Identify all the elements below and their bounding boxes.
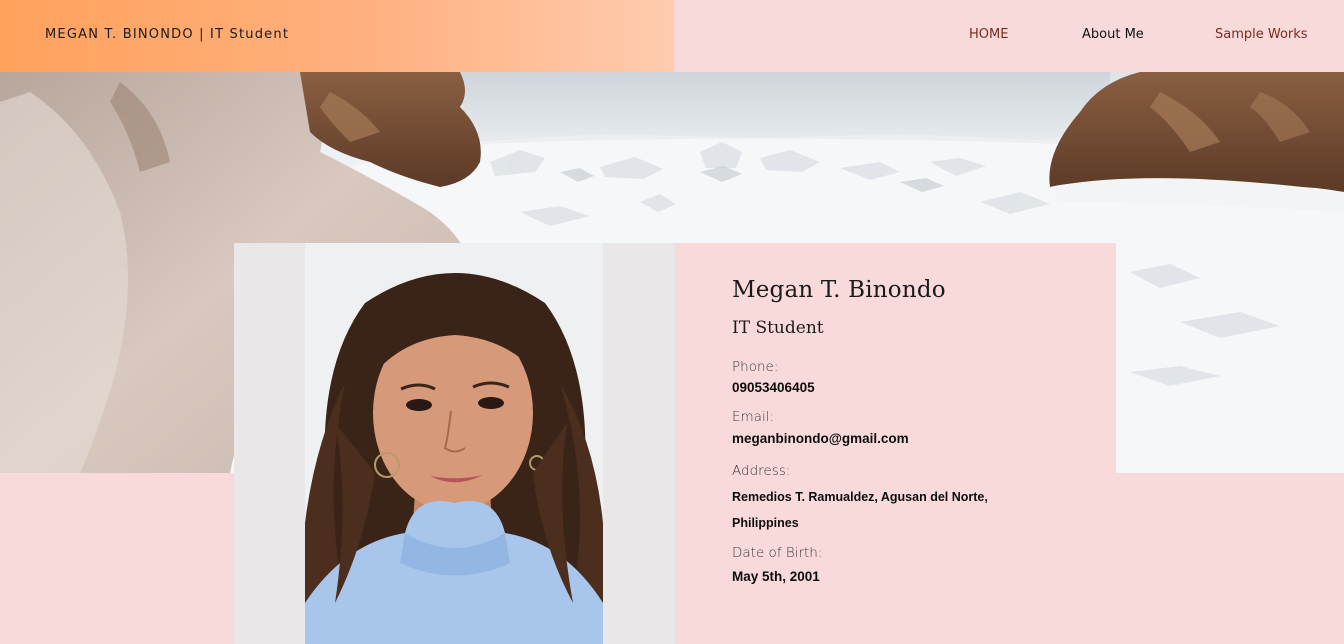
email-label: Email: bbox=[732, 409, 775, 425]
profile-photo bbox=[305, 243, 603, 644]
profile-name: Megan T. Binondo bbox=[732, 277, 946, 303]
address-line-1: Remedios T. Ramualdez, Agusan del Norte, bbox=[732, 490, 988, 504]
dob-value: May 5th, 2001 bbox=[732, 569, 820, 584]
profile-role: IT Student bbox=[732, 318, 824, 338]
dob-label: Date of Birth: bbox=[732, 545, 823, 561]
address-label: Address: bbox=[732, 463, 791, 479]
email-value[interactable]: meganbinondo@gmail.com bbox=[732, 431, 909, 446]
site-header: MEGAN T. BINONDO | IT Student HOME About… bbox=[0, 0, 1344, 72]
address-value: Remedios T. Ramualdez, Agusan del Norte,… bbox=[732, 484, 1032, 536]
nav-about-me[interactable]: About Me bbox=[1082, 27, 1144, 42]
nav-sample-works[interactable]: Sample Works bbox=[1215, 27, 1308, 42]
photo-panel bbox=[234, 243, 675, 644]
phone-label: Phone: bbox=[732, 359, 779, 375]
phone-value: 09053406405 bbox=[732, 380, 815, 395]
site-brand[interactable]: MEGAN T. BINONDO | IT Student bbox=[45, 27, 289, 42]
portrait-illustration bbox=[305, 243, 603, 644]
info-panel: Megan T. Binondo IT Student Phone: 09053… bbox=[675, 243, 1116, 644]
nav-home[interactable]: HOME bbox=[969, 27, 1008, 42]
brand-block: MEGAN T. BINONDO | IT Student bbox=[0, 0, 674, 72]
address-line-2: Philippines bbox=[732, 516, 799, 530]
